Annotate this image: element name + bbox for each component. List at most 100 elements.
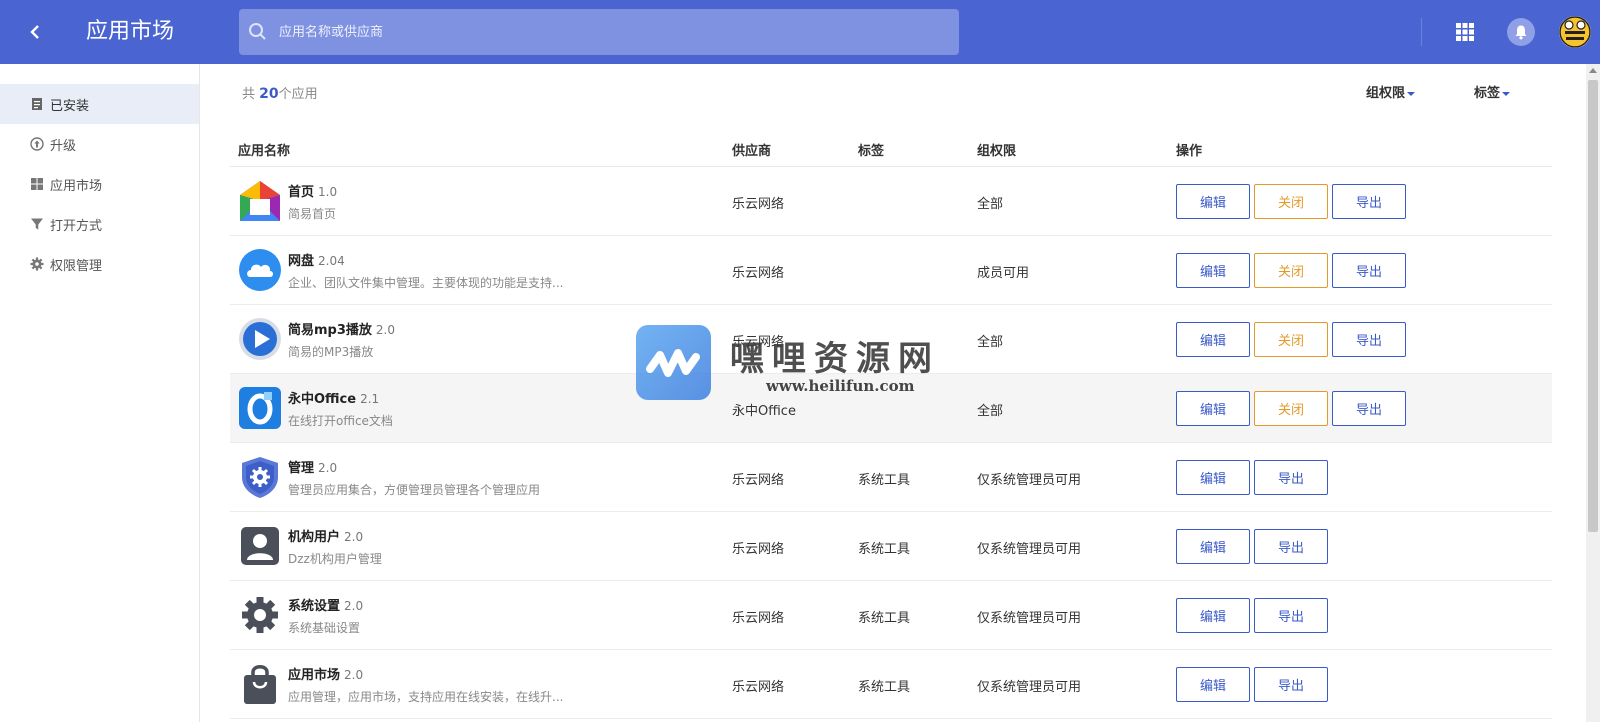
filter-label: 组权限: [1366, 86, 1406, 101]
close-button[interactable]: 关闭: [1254, 391, 1328, 426]
user-avatar[interactable]: [1559, 16, 1591, 48]
table-row[interactable]: 机构用户 2.0 Dzz机构用户管理 乐云网络 系统工具 仅系统管理员可用 编辑 …: [230, 512, 1552, 581]
scrollbar-thumb[interactable]: [1588, 80, 1598, 532]
col-header-perm: 组权限: [977, 144, 1017, 159]
close-button[interactable]: 关闭: [1254, 322, 1328, 357]
row-actions: 编辑 导出: [1176, 667, 1328, 702]
search-input[interactable]: [279, 9, 949, 55]
watermark-text: 嘿哩资源网: [730, 339, 940, 379]
col-header-ops: 操作: [1176, 144, 1203, 159]
vertical-scrollbar[interactable]: [1586, 64, 1600, 722]
app-version: 2.0: [344, 668, 364, 682]
app-grid-icon[interactable]: [1455, 22, 1475, 42]
edit-button[interactable]: 编辑: [1176, 529, 1250, 564]
app-vendor: 乐云网络: [732, 542, 785, 557]
app-desc: 企业、团队文件集中管理。主要体现的功能是支持...: [288, 276, 564, 290]
export-button[interactable]: 导出: [1254, 598, 1328, 633]
group-permission-filter[interactable]: 组权限: [1366, 84, 1416, 104]
app-desc: 管理员应用集合，方便管理员管理各个管理应用: [288, 483, 541, 497]
table-header: 应用名称 供应商 标签 组权限 操作: [230, 134, 1552, 167]
sidebar-item-label: 已安装: [50, 98, 90, 114]
app-perm: 成员可用: [977, 266, 1030, 281]
app-name-text: 系统设置: [288, 599, 341, 614]
app-name[interactable]: 应用市场 2.0: [288, 664, 363, 683]
app-name[interactable]: 管理 2.0: [288, 457, 337, 476]
user-icon: [241, 527, 279, 565]
watermark-wave-icon: [646, 349, 700, 377]
row-actions: 编辑 导出: [1176, 529, 1328, 564]
edit-button[interactable]: 编辑: [1176, 598, 1250, 633]
bell-icon: [1515, 25, 1527, 40]
app-name-text: 永中Office: [288, 392, 357, 407]
export-button[interactable]: 导出: [1254, 667, 1328, 702]
table-row[interactable]: 首页 1.0 简易首页 乐云网络 全部 编辑 关闭 导出: [230, 167, 1552, 236]
export-button[interactable]: 导出: [1332, 253, 1406, 288]
export-button[interactable]: 导出: [1254, 460, 1328, 495]
avatar-bee-icon: [1559, 16, 1591, 48]
scroll-up-arrow-icon[interactable]: [1589, 68, 1597, 73]
count-prefix: 共: [242, 87, 256, 102]
app-perm: 全部: [977, 404, 1004, 419]
sidebar-item-permissions[interactable]: 权限管理: [0, 244, 199, 284]
edit-button[interactable]: 编辑: [1176, 391, 1250, 426]
app-count: 共 20个应用: [242, 84, 318, 105]
home-icon: [240, 181, 280, 221]
upgrade-icon: [30, 137, 44, 151]
app-version: 2.0: [375, 323, 395, 337]
edit-button[interactable]: 编辑: [1176, 184, 1250, 219]
app-vendor: 乐云网络: [732, 611, 785, 626]
app-perm: 全部: [977, 335, 1004, 350]
col-header-name: 应用名称: [238, 144, 291, 159]
caret-down-icon: [1502, 91, 1511, 96]
shopping-bag-icon: [244, 665, 276, 704]
chevron-left-icon: [30, 25, 39, 39]
sidebar-item-open-method[interactable]: 打开方式: [0, 204, 199, 244]
edit-button[interactable]: 编辑: [1176, 667, 1250, 702]
close-button[interactable]: 关闭: [1254, 253, 1328, 288]
export-button[interactable]: 导出: [1332, 322, 1406, 357]
edit-button[interactable]: 编辑: [1176, 322, 1250, 357]
app-name[interactable]: 首页 1.0: [288, 181, 337, 200]
back-button[interactable]: [22, 18, 50, 46]
app-name[interactable]: 系统设置 2.0: [288, 595, 363, 614]
close-button[interactable]: 关闭: [1254, 184, 1328, 219]
export-button[interactable]: 导出: [1254, 529, 1328, 564]
table-row[interactable]: 系统设置 2.0 系统基础设置 乐云网络 系统工具 仅系统管理员可用 编辑 导出: [230, 581, 1552, 650]
edit-button[interactable]: 编辑: [1176, 460, 1250, 495]
sidebar-item-upgrade[interactable]: 升级: [0, 124, 199, 164]
table-row[interactable]: 管理 2.0 管理员应用集合，方便管理员管理各个管理应用 乐云网络 系统工具 仅系…: [230, 443, 1552, 512]
app-name[interactable]: 网盘 2.04: [288, 250, 345, 269]
app-name-text: 管理: [288, 461, 315, 476]
edit-button[interactable]: 编辑: [1176, 253, 1250, 288]
notification-button[interactable]: [1507, 18, 1535, 46]
app-name[interactable]: 永中Office 2.1: [288, 388, 379, 407]
app-name[interactable]: 机构用户 2.0: [288, 526, 363, 545]
watermark: 嘿哩资源网 www.heilifun.com: [636, 325, 946, 400]
app-perm: 仅系统管理员可用: [977, 542, 1082, 557]
grid-icon: [31, 178, 43, 190]
app-version: 1.0: [318, 185, 338, 199]
watermark-logo: [636, 325, 711, 400]
table-row[interactable]: 网盘 2.04 企业、团队文件集中管理。主要体现的功能是支持... 乐云网络 成员…: [230, 236, 1552, 305]
app-desc: 应用管理，应用市场，支持应用在线安装，在线升...: [288, 690, 564, 704]
row-actions: 编辑 关闭 导出: [1176, 253, 1406, 288]
table-row[interactable]: 应用市场 2.0 应用管理，应用市场，支持应用在线安装，在线升... 乐云网络 系…: [230, 650, 1552, 719]
app-name-text: 首页: [288, 185, 315, 200]
tag-filter[interactable]: 标签: [1474, 84, 1511, 104]
export-button[interactable]: 导出: [1332, 391, 1406, 426]
app-tag: 系统工具: [858, 680, 911, 695]
sidebar-item-market[interactable]: 应用市场: [0, 164, 199, 204]
app-version: 2.0: [344, 599, 364, 613]
sidebar-item-label: 权限管理: [50, 258, 103, 274]
sidebar-item-installed[interactable]: 已安装: [0, 84, 199, 124]
app-name[interactable]: 简易mp3播放 2.0: [288, 319, 395, 338]
app-perm: 全部: [977, 197, 1004, 212]
export-button[interactable]: 导出: [1332, 184, 1406, 219]
app-name-text: 机构用户: [288, 530, 341, 545]
app-version: 2.0: [318, 461, 338, 475]
search-icon: [249, 23, 266, 40]
app-desc: Dzz机构用户管理: [288, 552, 382, 566]
search-box[interactable]: [239, 9, 959, 55]
app-name-text: 简易mp3播放: [288, 323, 372, 338]
app-name-text: 应用市场: [288, 668, 341, 683]
